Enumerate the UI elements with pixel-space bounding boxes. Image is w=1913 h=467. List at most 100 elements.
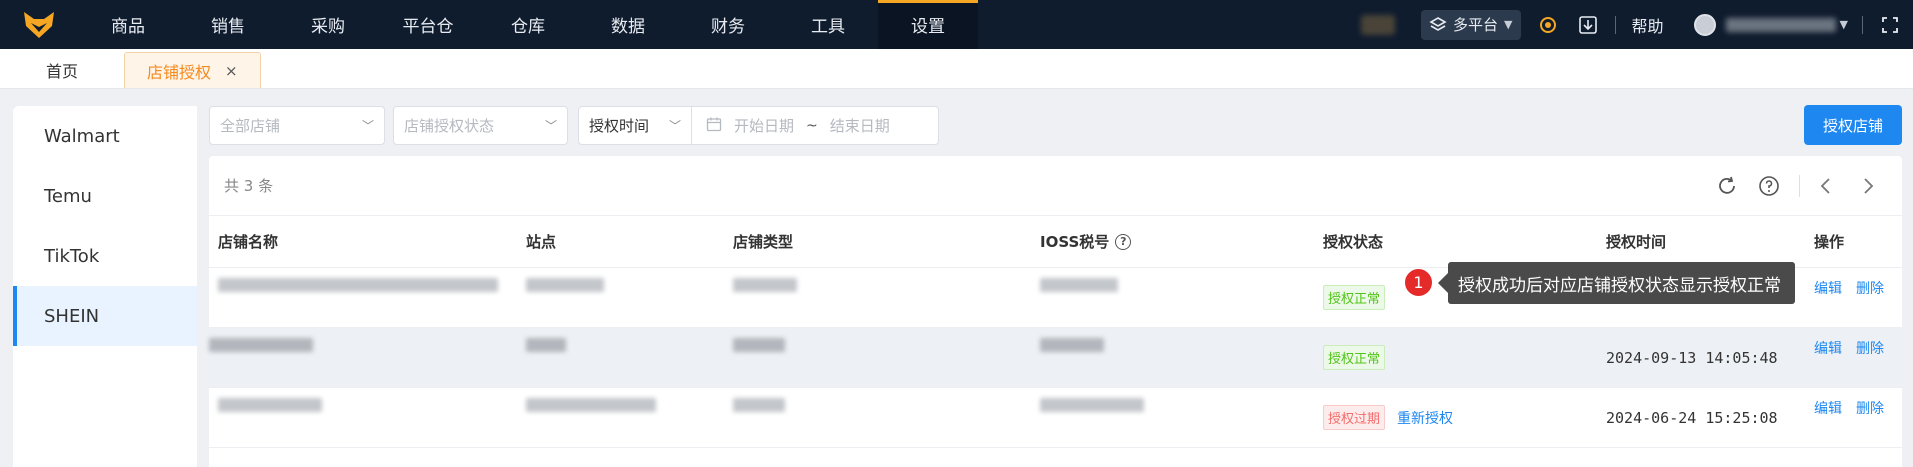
edit-link[interactable]: 编辑 (1814, 338, 1842, 358)
nav-right-tools: 多平台 ▼ 帮助 ▼ (1361, 0, 1913, 49)
actions-cell: 编辑 删除 (1805, 268, 1902, 298)
status-badge: 授权正常 (1323, 345, 1386, 370)
top-nav: 商品 销售 采购 平台仓 仓库 数据 财务 工具 设置 多平台 ▼ 帮助 ▼ (0, 0, 1913, 49)
actions-cell: 编辑 删除 (1805, 388, 1902, 418)
chevron-down-icon: ﹀ (544, 119, 557, 133)
date-type-select[interactable]: 授权时间 ﹀ (579, 107, 692, 144)
col-store-type: 店铺类型 (733, 233, 794, 251)
table-toolbar: 共 3 条 (209, 156, 1902, 216)
authorize-store-button[interactable]: 授权店铺 (1804, 105, 1902, 145)
status-badge: 授权过期 (1323, 405, 1386, 430)
user-name-blurred[interactable] (1725, 17, 1836, 32)
col-site: 站点 (526, 233, 557, 251)
store-name-blurred (209, 388, 517, 416)
delete-link[interactable]: 删除 (1856, 278, 1884, 298)
tab-home[interactable]: 首页 (0, 52, 124, 88)
fullscreen-icon[interactable] (1877, 12, 1903, 38)
platform-sidebar: Walmart Temu TikTok SHEIN (13, 106, 197, 467)
end-date-input[interactable]: 结束日期 (830, 115, 890, 136)
edit-link[interactable]: 编辑 (1814, 278, 1842, 298)
nav-item-tools[interactable]: 工具 (778, 0, 878, 49)
tab-label: 店铺授权 (147, 62, 212, 82)
store-name-blurred (209, 328, 517, 356)
nav-item-settings[interactable]: 设置 (878, 0, 978, 49)
nav-item-products[interactable]: 商品 (78, 0, 178, 49)
ioss-blurred (1031, 388, 1314, 412)
help-circle-icon[interactable] (1753, 172, 1785, 200)
nav-divider (1614, 15, 1616, 34)
ioss-blurred (1031, 328, 1314, 352)
annotation-tooltip: 授权成功后对应店铺授权状态显示授权正常 (1438, 262, 1795, 304)
avatar[interactable] (1693, 13, 1716, 36)
table-row: 授权过期 重新授权 2024-06-24 15:25:08 编辑 删除 (209, 388, 1902, 448)
nav-item-sales[interactable]: 销售 (178, 0, 278, 49)
tab-store-authorization[interactable]: 店铺授权 × (124, 52, 261, 88)
sidebar-item-tiktok[interactable]: TikTok (13, 226, 197, 286)
nav-item-data[interactable]: 数据 (578, 0, 678, 49)
nav-item-purchase[interactable]: 采购 (278, 0, 378, 49)
app-logo[interactable] (0, 0, 78, 49)
caret-down-icon: ▼ (1504, 18, 1513, 31)
start-date-input[interactable]: 开始日期 (734, 115, 794, 136)
nav-item-warehouse[interactable]: 仓库 (478, 0, 578, 49)
platform-select[interactable]: 多平台 ▼ (1421, 9, 1521, 40)
table-tools (1701, 172, 1884, 200)
sidebar-item-walmart[interactable]: Walmart (13, 106, 197, 166)
next-page-icon[interactable] (1852, 172, 1884, 200)
sidebar-item-shein[interactable]: SHEIN (13, 286, 197, 346)
store-type-blurred (724, 388, 1031, 416)
table-row: 授权正常 2024-09-13 14:05:48 编辑 删除 (209, 328, 1902, 388)
auth-time-cell: 2024-09-13 14:05:48 (1606, 348, 1778, 367)
auth-status-placeholder: 店铺授权状态 (404, 117, 495, 135)
store-select-placeholder: 全部店铺 (220, 117, 281, 135)
reauthorize-link[interactable]: 重新授权 (1397, 408, 1453, 428)
table-header: 店铺名称 站点 店铺类型 IOSS税号 ? 授权状态 授权时间 操作 (209, 216, 1902, 268)
col-auth-status: 授权状态 (1323, 233, 1384, 251)
ioss-blurred (1031, 268, 1314, 292)
sidebar-item-temu[interactable]: Temu (13, 166, 197, 226)
edit-link[interactable]: 编辑 (1814, 398, 1842, 418)
notification-icon[interactable] (1535, 12, 1561, 38)
col-actions: 操作 (1814, 233, 1845, 251)
question-icon[interactable]: ? (1115, 233, 1132, 250)
refresh-icon[interactable] (1711, 172, 1743, 200)
store-type-blurred (724, 328, 1031, 356)
auth-time-cell: 2024-06-24 15:25:08 (1606, 408, 1778, 427)
col-store-name: 店铺名称 (218, 233, 279, 251)
fox-logo-icon (24, 11, 54, 38)
calendar-icon (706, 116, 722, 136)
toolbar-divider (1799, 175, 1800, 197)
page-tabs: 首页 店铺授权 × (0, 49, 1913, 89)
close-icon[interactable]: × (225, 62, 238, 80)
prev-page-icon[interactable] (1810, 172, 1842, 200)
status-badge: 授权正常 (1323, 285, 1386, 310)
store-type-blurred (724, 268, 1031, 296)
nav-item-platform-warehouse[interactable]: 平台仓 (378, 0, 478, 49)
download-icon[interactable] (1575, 12, 1601, 38)
col-ioss: IOSS税号 ? (1031, 231, 1314, 252)
delete-link[interactable]: 删除 (1856, 338, 1884, 358)
help-link[interactable]: 帮助 (1632, 13, 1664, 37)
platform-select-label: 多平台 (1453, 16, 1499, 34)
auth-status-cell: 授权过期 重新授权 (1314, 405, 1597, 430)
store-table-panel: 共 3 条 店铺名称 站点 店铺类型 IOSS税号 ? 授权状态 授权时间 操作… (209, 156, 1902, 467)
delete-link[interactable]: 删除 (1856, 398, 1884, 418)
date-type-label: 授权时间 (589, 117, 650, 135)
date-range-separator: ~ (806, 117, 818, 134)
chevron-down-icon: ﹀ (361, 119, 374, 133)
nav-divider-2 (1862, 15, 1863, 34)
col-ioss-label: IOSS税号 (1040, 233, 1110, 251)
store-select[interactable]: 全部店铺 ﹀ (209, 106, 385, 145)
actions-cell: 编辑 删除 (1805, 328, 1902, 358)
col-auth-time: 授权时间 (1606, 233, 1667, 251)
step-marker: 1 (1404, 268, 1433, 297)
store-name-blurred (209, 268, 517, 296)
auth-status-select[interactable]: 店铺授权状态 ﹀ (393, 106, 568, 145)
layers-icon (1429, 16, 1447, 31)
chevron-down-icon: ﹀ (668, 119, 681, 133)
total-count: 共 3 条 (224, 177, 274, 195)
blurred-notice (1361, 14, 1396, 35)
user-caret-icon[interactable]: ▼ (1840, 18, 1848, 31)
auth-status-cell: 授权正常 (1314, 345, 1597, 370)
nav-item-finance[interactable]: 财务 (678, 0, 778, 49)
